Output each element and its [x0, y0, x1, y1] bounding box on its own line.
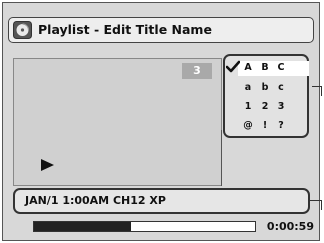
- divider: [221, 130, 222, 186]
- char-3[interactable]: 3: [274, 101, 288, 113]
- char-2[interactable]: 2: [258, 101, 272, 113]
- elapsed-time: 0:00:59: [266, 220, 314, 233]
- char-A[interactable]: A: [241, 62, 255, 74]
- char-exclamation[interactable]: !: [258, 120, 272, 132]
- progress-bar-fill: [34, 222, 131, 231]
- char-B[interactable]: B: [258, 62, 272, 74]
- char-c[interactable]: c: [274, 82, 288, 94]
- dvd-disc-icon: [13, 21, 32, 39]
- char-1[interactable]: 1: [241, 101, 255, 113]
- checkmark-icon: [226, 60, 240, 73]
- callout-line: [321, 200, 322, 210]
- title-number-badge: 3: [182, 63, 212, 79]
- char-C[interactable]: C: [274, 62, 288, 74]
- char-b[interactable]: b: [258, 82, 272, 94]
- char-question[interactable]: ?: [274, 120, 288, 132]
- recording-info-text: JAN/1 1:00AM CH12 XP: [25, 194, 166, 207]
- play-icon: [41, 159, 54, 171]
- callout-line: [321, 86, 322, 96]
- page-title: Playlist - Edit Title Name: [38, 22, 212, 37]
- char-a[interactable]: a: [241, 82, 255, 94]
- char-at[interactable]: @: [241, 120, 255, 132]
